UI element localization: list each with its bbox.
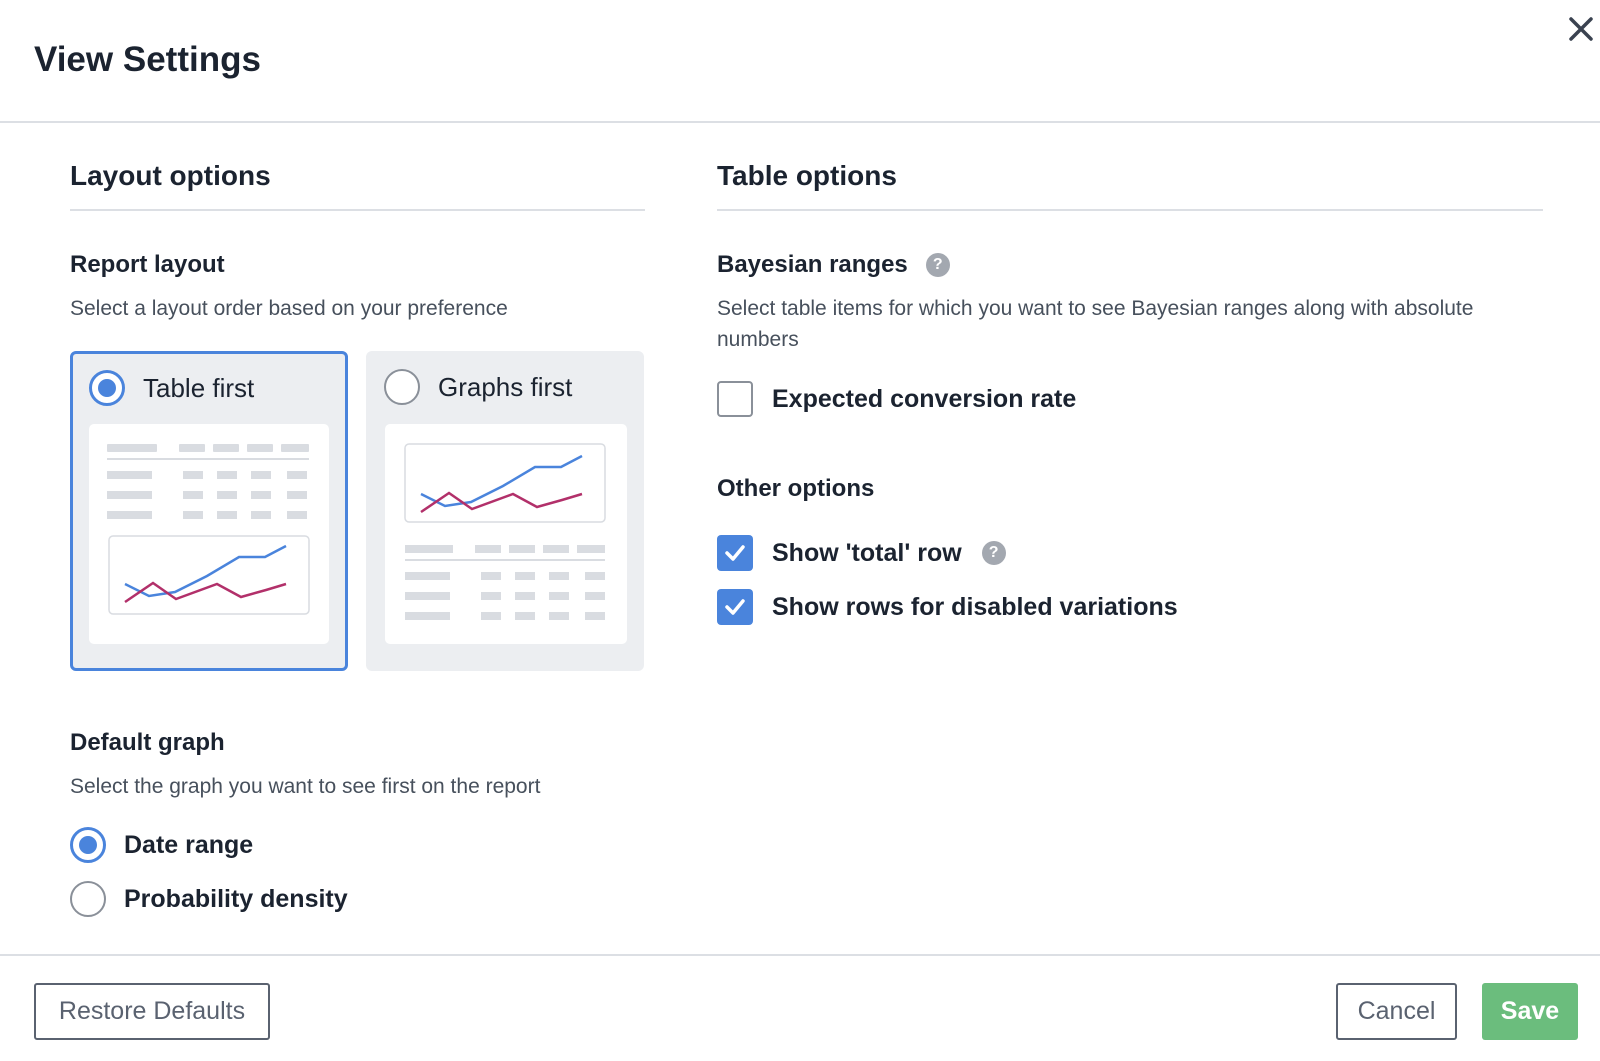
question-mark-icon[interactable]: ? [925, 253, 950, 277]
show-disabled-variations-label: Show rows for disabled variations [772, 592, 1178, 621]
expected-conversion-rate-checkbox[interactable] [717, 381, 753, 417]
show-disabled-variations-checkbox[interactable] [717, 589, 753, 625]
show-total-row-label: Show 'total' row [772, 538, 962, 567]
card-header: Graphs first [384, 369, 572, 405]
layout-options-title: Layout options [70, 160, 271, 191]
default-graph-description: Select the graph you want to see first o… [70, 775, 541, 798]
expected-conversion-rate-label: Expected conversion rate [772, 384, 1077, 413]
restore-defaults-button[interactable]: Restore Defaults [34, 983, 270, 1040]
save-button[interactable]: Save [1482, 983, 1578, 1040]
graphs-first-preview [385, 424, 627, 644]
table-first-preview [89, 424, 329, 644]
graphs-first-illustration [404, 443, 606, 620]
expected-conversion-rate-option[interactable]: Expected conversion rate [717, 381, 1076, 417]
table-first-label: Table first [143, 372, 255, 403]
bayesian-ranges-description: Select table items for which you want to… [717, 297, 1474, 351]
report-layout-description: Select a layout order based on your pref… [70, 297, 508, 320]
bayesian-ranges-label: Bayesian ranges [717, 251, 908, 278]
table-first-radio[interactable] [89, 370, 125, 406]
date-range-radio[interactable] [70, 827, 106, 863]
cancel-button[interactable]: Cancel [1336, 983, 1457, 1040]
close-button[interactable] [1566, 14, 1596, 44]
checkmark-icon [725, 599, 745, 615]
bayesian-ranges-heading: Bayesian ranges ? [717, 251, 950, 279]
graphs-first-label: Graphs first [438, 371, 573, 402]
layout-card-graphs-first[interactable]: Graphs first [366, 351, 644, 671]
close-icon [1569, 17, 1593, 41]
show-disabled-variations-option[interactable]: Show rows for disabled variations [717, 589, 1178, 625]
probability-density-radio[interactable] [70, 881, 106, 917]
probability-density-option[interactable]: Probability density [70, 881, 348, 917]
footer-divider [0, 954, 1600, 956]
question-mark-icon[interactable]: ? [981, 541, 1006, 565]
card-header: Table first [89, 370, 254, 406]
section-divider [717, 209, 1543, 211]
modal-title: View Settings [34, 40, 261, 79]
section-divider [70, 209, 645, 211]
date-range-label: Date range [124, 830, 254, 859]
graphs-first-radio[interactable] [384, 369, 420, 405]
other-options-label: Other options [717, 475, 875, 502]
report-layout-label: Report layout [70, 251, 225, 278]
table-options-title: Table options [717, 160, 897, 191]
probability-density-label: Probability density [124, 884, 348, 913]
checkmark-icon [725, 545, 745, 561]
table-first-illustration [107, 444, 310, 615]
show-total-row-option[interactable]: Show 'total' row ? [717, 535, 1006, 571]
layout-card-table-first[interactable]: Table first [70, 351, 348, 671]
show-total-row-checkbox[interactable] [717, 535, 753, 571]
modal-header: View Settings [0, 0, 1600, 123]
date-range-option[interactable]: Date range [70, 827, 253, 863]
default-graph-label: Default graph [70, 729, 225, 756]
